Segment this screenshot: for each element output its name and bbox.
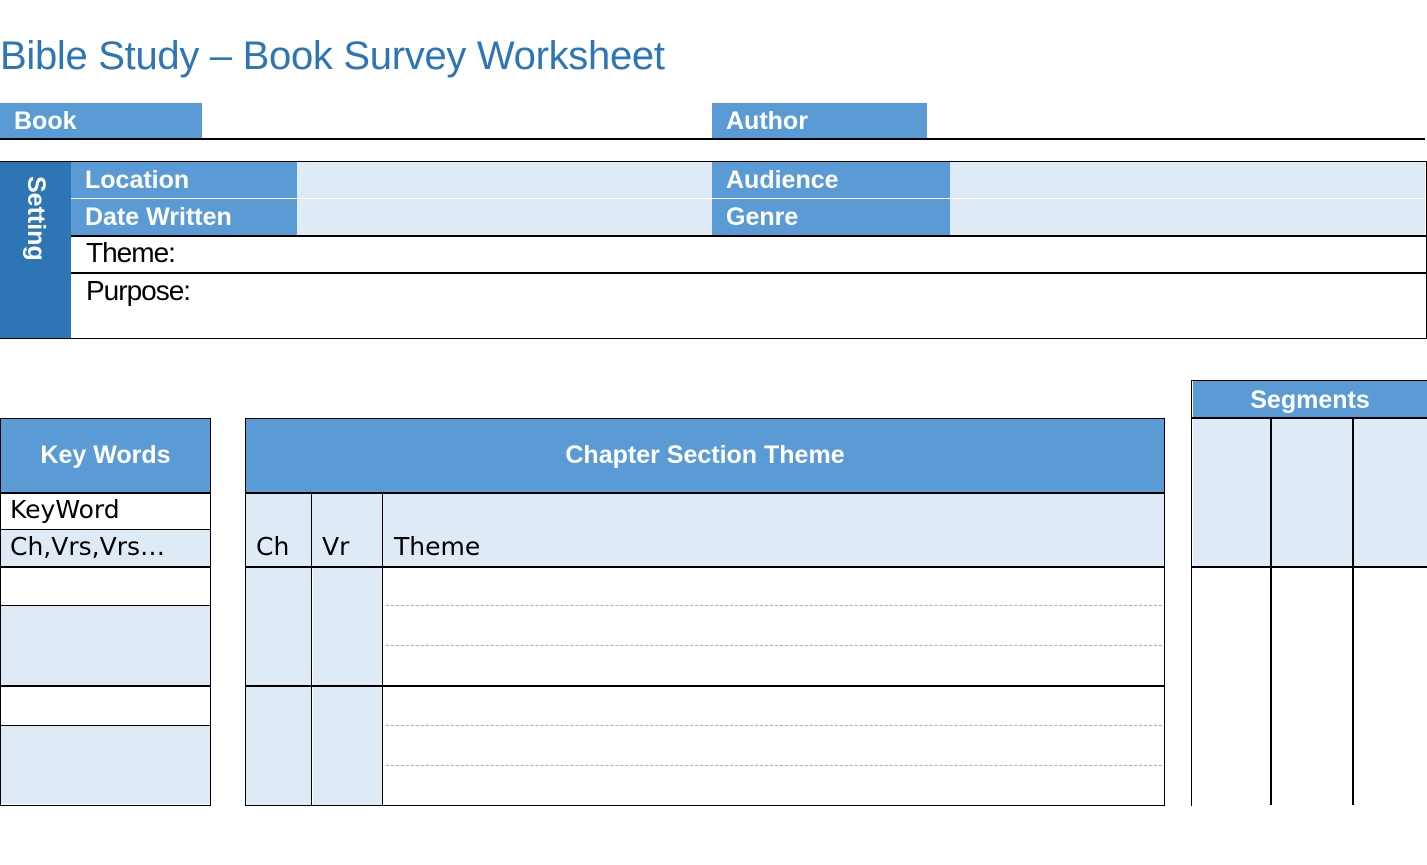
- column-theme: Theme: [394, 532, 481, 561]
- column-header-row: [246, 494, 1164, 566]
- writing-guide-line: [386, 725, 1162, 726]
- ch-column-body[interactable]: [246, 568, 312, 805]
- vr-column-body[interactable]: [313, 568, 383, 805]
- key-words-header: Key Words: [1, 419, 210, 492]
- segment-cell-3[interactable]: [1354, 568, 1427, 805]
- page-title: Bible Study – Book Survey Worksheet: [0, 34, 665, 78]
- audience-field[interactable]: [950, 162, 1425, 198]
- segments-shaded-area[interactable]: [1193, 419, 1427, 566]
- writing-guide-line: [386, 645, 1162, 646]
- column-ch: Ch: [256, 532, 290, 561]
- segment-cell-2[interactable]: [1272, 568, 1352, 805]
- column-vr: Vr: [322, 532, 350, 561]
- keyword-label: KeyWord: [10, 495, 120, 524]
- setting-label: Setting: [22, 176, 50, 261]
- col-divider: [311, 492, 312, 805]
- writing-guide-line: [386, 605, 1162, 606]
- purpose-field[interactable]: [200, 275, 1420, 335]
- author-field[interactable]: [927, 103, 1425, 139]
- keyword-refs-input-1[interactable]: [1, 606, 210, 685]
- theme-label: Theme:: [86, 237, 176, 268]
- date-written-field[interactable]: [297, 199, 712, 235]
- theme-field[interactable]: [200, 237, 1420, 271]
- header-underline: [0, 138, 1425, 140]
- purpose-label: Purpose:: [86, 275, 191, 306]
- keyword-refs-label: Ch,Vrs,Vrs…: [10, 532, 166, 561]
- keyword-refs-input-2[interactable]: [1, 726, 210, 804]
- date-written-label: Date Written: [71, 199, 297, 235]
- segments-header: Segments: [1193, 381, 1427, 417]
- col-divider: [382, 492, 383, 805]
- theme-input-1[interactable]: [384, 568, 1164, 685]
- book-field[interactable]: [202, 103, 712, 139]
- divider: [0, 492, 211, 494]
- segment-cell-1[interactable]: [1193, 568, 1270, 805]
- keyword-input-1[interactable]: [1, 568, 210, 605]
- genre-label: Genre: [712, 199, 950, 235]
- location-field[interactable]: [297, 162, 712, 198]
- writing-guide-line: [386, 765, 1162, 766]
- location-label: Location: [71, 162, 297, 198]
- genre-field[interactable]: [950, 199, 1425, 235]
- audience-label: Audience: [712, 162, 950, 198]
- book-label: Book: [0, 103, 202, 139]
- author-label: Author: [712, 103, 927, 139]
- keyword-input-2[interactable]: [1, 687, 210, 725]
- purpose-top-border: [71, 272, 1426, 274]
- theme-input-2[interactable]: [384, 687, 1164, 804]
- chapter-section-theme-header: Chapter Section Theme: [246, 419, 1164, 492]
